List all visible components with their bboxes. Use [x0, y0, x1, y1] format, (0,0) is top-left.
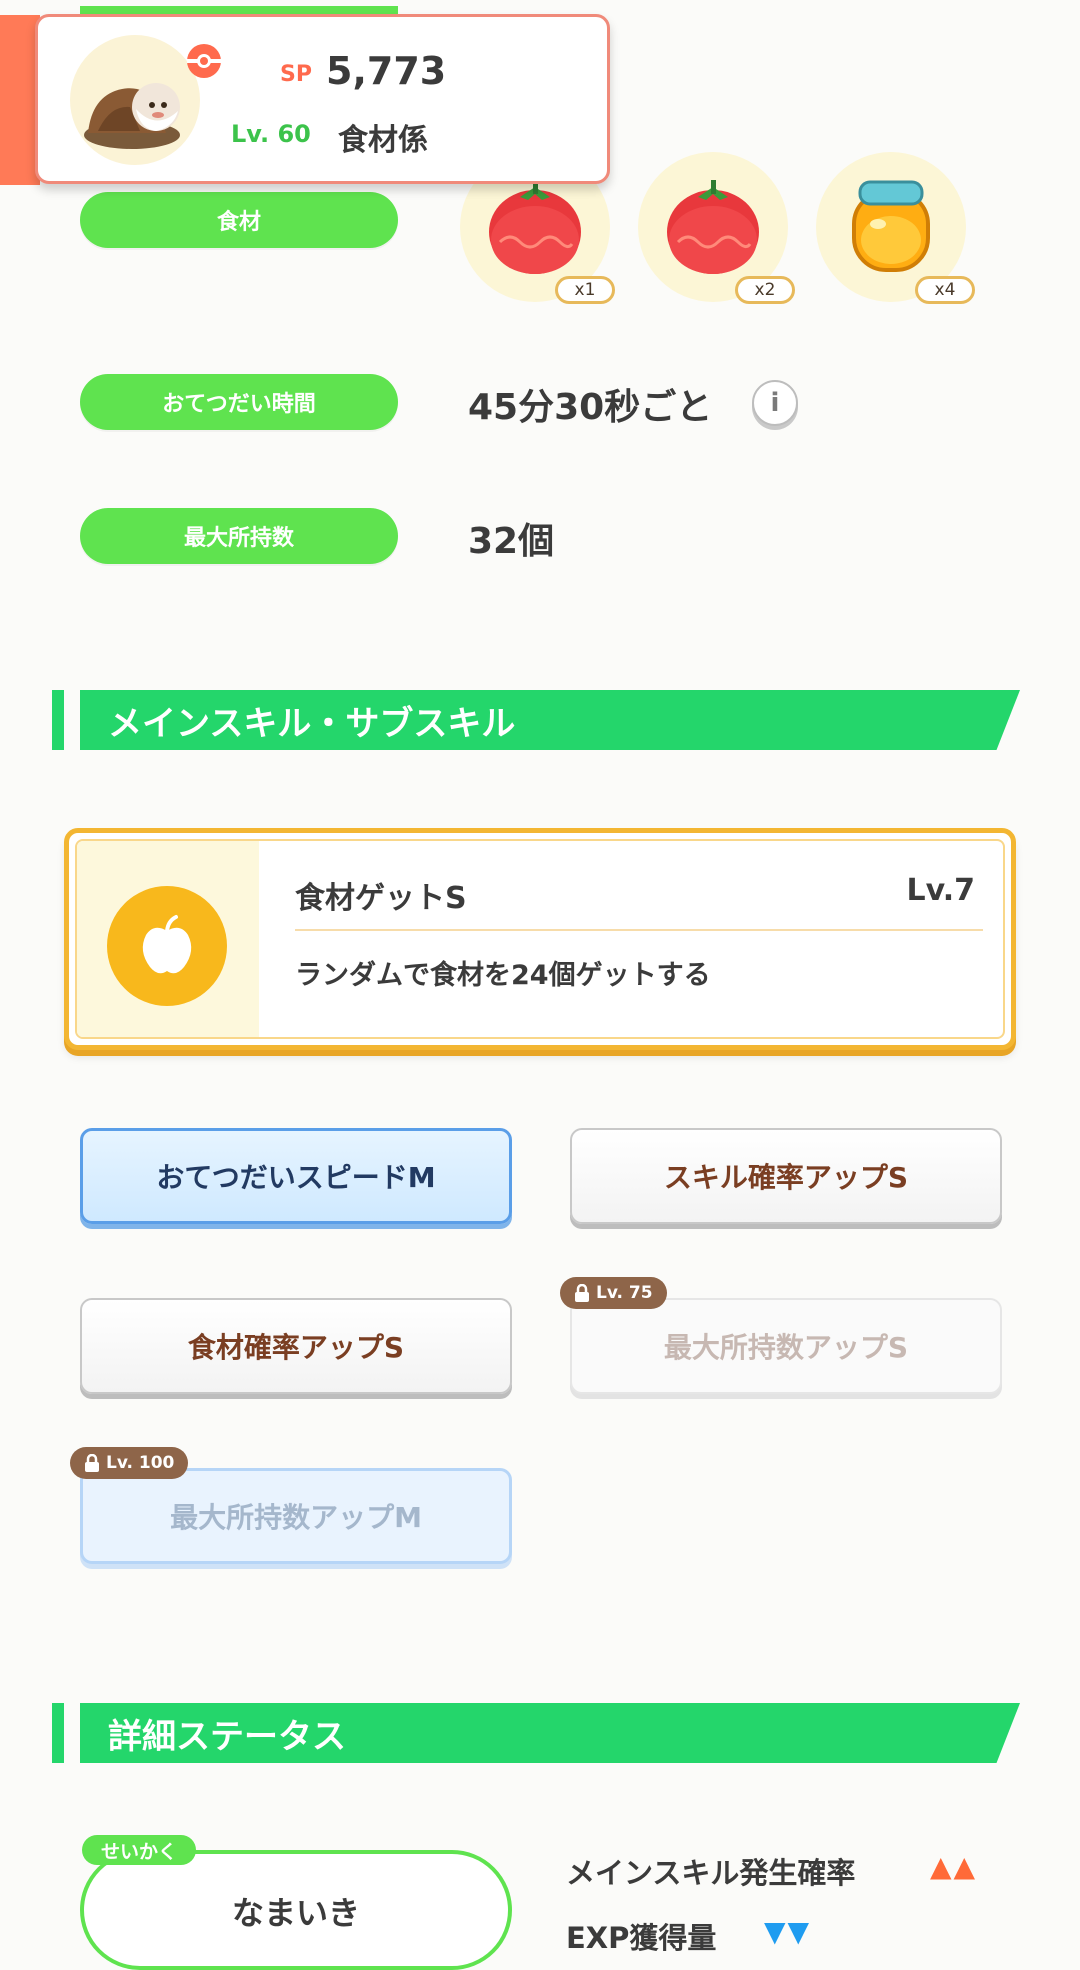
- pokemon-avatar-icon: [84, 83, 180, 149]
- sub-skill-button-5-locked[interactable]: 最大所持数アップM: [80, 1468, 512, 1564]
- ingredients-label: 食材: [80, 192, 398, 248]
- info-icon[interactable]: i: [752, 380, 798, 426]
- avatar: [70, 35, 200, 165]
- details-section-title: 詳細ステータス: [80, 1703, 1020, 1763]
- lock-icon: [575, 1284, 589, 1302]
- sp-value: 5,773: [326, 49, 447, 93]
- sub-skill-button-4-locked[interactable]: 最大所持数アップS: [570, 1298, 1002, 1394]
- ingredient-count: x4: [915, 276, 975, 304]
- lock-level: Lv. 100: [106, 1453, 175, 1473]
- help-time-value: 45分30秒ごと: [468, 387, 713, 428]
- max-carry-label: 最大所持数: [80, 508, 398, 564]
- apple-icon: [107, 886, 227, 1006]
- header-accent: [0, 15, 40, 185]
- max-carry-value: 32個: [468, 521, 555, 562]
- ingredient-count: x1: [555, 276, 615, 304]
- main-skill-description: ランダムで食材を24個ゲットする: [295, 960, 711, 991]
- lock-level: Lv. 75: [596, 1283, 653, 1303]
- nature-tag: せいかく: [82, 1835, 196, 1865]
- sp-label: SP: [280, 62, 312, 87]
- main-skill-name: 食材ゲットS: [295, 881, 467, 916]
- main-skill-icon-panel: [77, 841, 259, 1037]
- sub-skill-button-2[interactable]: スキル確率アップS: [570, 1128, 1002, 1224]
- nature-effect-down-label: EXP獲得量: [566, 1921, 717, 1955]
- sleep-points-icon: [187, 44, 221, 78]
- section-marker: [52, 1703, 64, 1763]
- nature-effect-up-label: メインスキル発生確率: [566, 1856, 856, 1890]
- section-marker: [52, 690, 64, 750]
- help-time-label: おてつだい時間: [80, 374, 398, 430]
- level-label: Lv. 60: [231, 120, 311, 148]
- specialty-label: 食材係: [338, 123, 428, 158]
- ingredient-count: x2: [735, 276, 795, 304]
- nature-box[interactable]: なまいき: [80, 1850, 512, 1970]
- lock-badge: Lv. 75: [560, 1277, 667, 1309]
- sub-skill-button-3[interactable]: 食材確率アップS: [80, 1298, 512, 1394]
- down-arrows-icon: ▼▼: [764, 1915, 812, 1948]
- sub-skill-button-1[interactable]: おてつだいスピードM: [80, 1128, 512, 1224]
- lock-icon: [85, 1454, 99, 1472]
- pokemon-summary-card[interactable]: SP 5,773 Lv. 60 食材係: [35, 14, 610, 184]
- main-skill-card[interactable]: 食材ゲットS Lv.7 ランダムで食材を24個ゲットする: [64, 828, 1016, 1050]
- up-arrows-icon: ▲▲: [930, 1850, 978, 1883]
- skills-section-title: メインスキル・サブスキル: [80, 690, 1020, 750]
- divider: [295, 929, 983, 931]
- main-skill-level: Lv.7: [906, 873, 976, 908]
- lock-badge: Lv. 100: [70, 1447, 189, 1479]
